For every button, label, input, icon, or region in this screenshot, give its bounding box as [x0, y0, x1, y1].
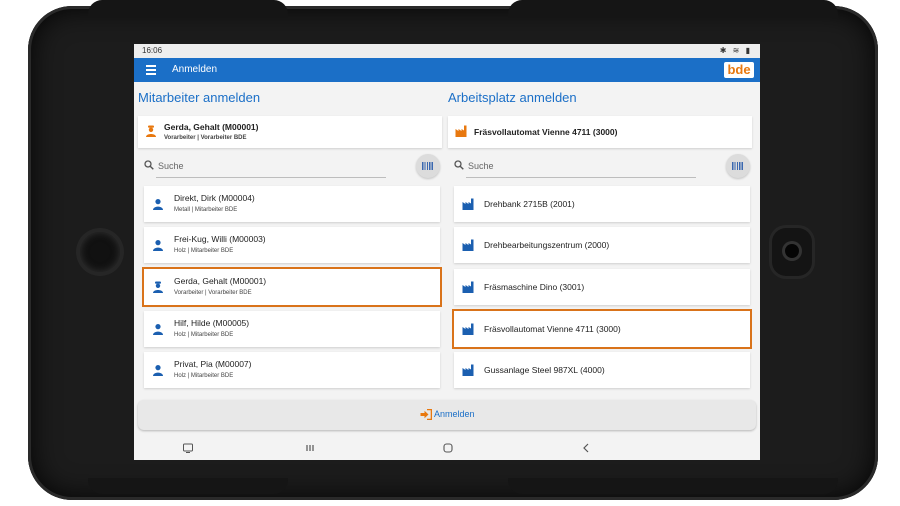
workstation-name: Gussanlage Steel 987XL (4000): [484, 365, 605, 375]
foreman-icon: [146, 125, 156, 137]
person-icon: [153, 240, 163, 251]
navigation-bar: [134, 436, 760, 460]
barcode-icon: [732, 162, 744, 170]
search-icon: [454, 160, 464, 170]
employee-item[interactable]: Hilf, Hilde (M00005) Holz | Mitarbeiter …: [144, 311, 440, 347]
employee-name: Hilf, Hilde (M00005): [174, 318, 250, 328]
login-button-label: Anmelden: [434, 409, 475, 419]
case-bumper: [508, 478, 838, 494]
status-bar: 16:06 ✱ ≋ ▮: [134, 44, 760, 58]
status-time: 16:06: [142, 46, 163, 55]
person-icon: [153, 365, 163, 376]
employee-name: Direkt, Dirk (M00004): [174, 193, 255, 203]
employee-name: Gerda, Gehalt (M00001): [174, 276, 267, 286]
app-bar: Anmelden bde: [134, 58, 760, 82]
factory-icon: [462, 323, 474, 335]
screenshot-icon[interactable]: [182, 442, 194, 454]
workstation-name: Fräsmaschine Dino (3001): [484, 282, 585, 292]
factory-icon: [455, 125, 467, 137]
case-bumper: [88, 478, 288, 494]
workstation-heading: Arbeitsplatz anmelden: [448, 90, 577, 105]
employee-item[interactable]: Privat, Pia (M00007) Holz | Mitarbeiter …: [144, 352, 440, 388]
employee-item[interactable]: Direkt, Dirk (M00004) Metall | Mitarbeit…: [144, 186, 440, 222]
barcode-icon: [422, 162, 434, 170]
home-icon[interactable]: [442, 442, 454, 454]
factory-icon: [462, 364, 474, 376]
employee-role: Holz | Mitarbeiter BDE: [174, 248, 234, 254]
factory-icon: [462, 239, 474, 251]
case-bumper: [88, 0, 288, 18]
employee-role: Metall | Mitarbeiter BDE: [174, 207, 238, 213]
case-bumper: [508, 0, 838, 18]
selected-workstation: Fräsvollautomat Vienne 4711 (3000): [448, 116, 752, 148]
bde-logo: bde: [724, 62, 754, 78]
employee-role: Vorarbeiter | Vorarbeiter BDE: [174, 290, 252, 296]
workstation-item[interactable]: Drehbank 2715B (2001): [454, 186, 750, 222]
sign-in-icon: [420, 409, 432, 420]
workstation-name: Drehbank 2715B (2001): [484, 199, 575, 209]
employee-role: Holz | Mitarbeiter BDE: [174, 373, 234, 379]
recent-apps-icon[interactable]: [304, 442, 316, 454]
employee-search: Suche: [138, 154, 442, 178]
hamburger-menu-icon[interactable]: [146, 65, 156, 75]
workstation-name: Drehbearbeitungszentrum (2000): [484, 240, 610, 250]
employee-role: Holz | Mitarbeiter BDE: [174, 332, 234, 338]
camera-lens: [785, 244, 799, 258]
employee-item-selected[interactable]: Gerda, Gehalt (M00001) Vorarbeiter | Vor…: [142, 267, 442, 307]
back-icon[interactable]: [580, 442, 592, 454]
search-underline: [156, 177, 386, 178]
selected-employee-sub: Vorarbeiter | Vorarbeiter BDE: [164, 135, 247, 141]
search-underline: [466, 177, 696, 178]
hardware-home-button[interactable]: [80, 232, 120, 272]
employee-item[interactable]: Frei-Kug, Willi (M00003) Holz | Mitarbei…: [144, 227, 440, 263]
barcode-scan-button[interactable]: [726, 154, 750, 178]
workstation-item[interactable]: Fräsmaschine Dino (3001): [454, 269, 750, 305]
workstation-search-input[interactable]: Suche: [468, 161, 494, 171]
employee-name: Frei-Kug, Willi (M00003): [174, 234, 266, 244]
workstation-search: Suche: [448, 154, 752, 178]
screen: 16:06 ✱ ≋ ▮ Anmelden bde Mitarbeiter anm…: [134, 44, 760, 460]
workstation-item-selected[interactable]: Fräsvollautomat Vienne 4711 (3000): [452, 309, 752, 349]
status-icons: ✱ ≋ ▮: [719, 46, 752, 55]
login-button[interactable]: Anmelden: [138, 400, 756, 430]
employee-heading: Mitarbeiter anmelden: [138, 90, 261, 105]
person-icon: [153, 324, 163, 335]
selected-workstation-name: Fräsvollautomat Vienne 4711 (3000): [474, 127, 618, 137]
factory-icon: [462, 281, 474, 293]
workstation-item[interactable]: Drehbearbeitungszentrum (2000): [454, 227, 750, 263]
workstation-name: Fräsvollautomat Vienne 4711 (3000): [484, 324, 621, 334]
selected-employee-name: Gerda, Gehalt (M00001): [164, 122, 259, 132]
foreman-icon: [153, 281, 163, 293]
barcode-scan-button[interactable]: [416, 154, 440, 178]
search-icon: [144, 160, 154, 170]
workstation-item[interactable]: Gussanlage Steel 987XL (4000): [454, 352, 750, 388]
selected-employee: Gerda, Gehalt (M00001) Vorarbeiter | Vor…: [138, 116, 442, 148]
employee-search-input[interactable]: Suche: [158, 161, 184, 171]
app-bar-title: Anmelden: [172, 64, 218, 75]
factory-icon: [462, 198, 474, 210]
employee-name: Privat, Pia (M00007): [174, 359, 252, 369]
person-icon: [153, 199, 163, 210]
